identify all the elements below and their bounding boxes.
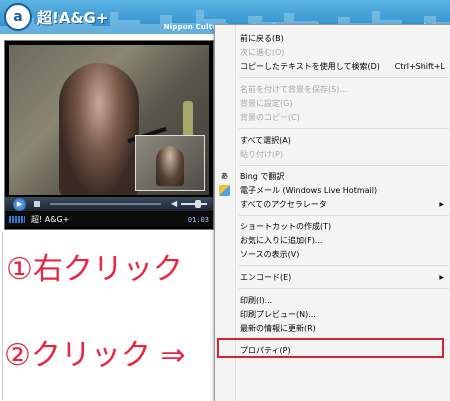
bing-translate-icon: あ [221, 172, 228, 180]
menu-item-view-source[interactable]: ソースの表示(V) [215, 247, 450, 261]
picture-in-picture [135, 135, 205, 191]
menu-item-email-hotmail[interactable]: 電子メール (Windows Live Hotmail) [215, 183, 450, 197]
menu-separator [239, 288, 449, 289]
menu-item-copy-background[interactable]: 背景のコピー(C) [215, 110, 450, 124]
submenu-arrow-icon: ▶ [439, 200, 444, 208]
menu-separator [239, 215, 449, 216]
menu-item-print[interactable]: 印刷(I)... [215, 293, 450, 307]
menu-item-search-copied-text[interactable]: コピーしたテキストを使用して検索(D) Ctrl+Shift+L [215, 59, 450, 73]
playback-time: 01:03 [187, 215, 209, 224]
menu-item-paste[interactable]: 貼り付け(P) [215, 147, 450, 161]
annotation-step2: ②クリック ⇒ [4, 338, 186, 373]
menu-separator [239, 265, 449, 266]
player-status-bar: 超! A&G+ 01:03 [5, 212, 213, 227]
page-divider [2, 232, 3, 400]
menu-shortcut: Ctrl+Shift+L [394, 61, 445, 71]
volume-slider[interactable] [181, 200, 207, 208]
menu-separator [239, 165, 449, 166]
submenu-arrow-icon: ▶ [439, 273, 444, 281]
video-person [59, 63, 139, 195]
site-title: 超!A&G+ [37, 8, 109, 27]
volume-knob[interactable] [195, 200, 201, 208]
annotation-step1: ①右クリック [6, 252, 183, 287]
properties-highlight-box [217, 338, 444, 358]
menu-item-add-favorites[interactable]: お気に入りに追加(F)... [215, 233, 450, 247]
menu-item-back[interactable]: 前に戻る(B) [215, 31, 450, 45]
site-logo[interactable]: a 超!A&G+ [4, 2, 108, 32]
menu-item-all-accelerators[interactable]: すべてのアクセラレータ ▶ [215, 197, 450, 211]
agqr-logo-icon: a [4, 3, 32, 31]
signal-icon [9, 216, 25, 223]
media-player[interactable]: ▶ ◀ 超! A&G+ 01:03 [4, 40, 214, 230]
play-button[interactable]: ▶ [13, 197, 26, 211]
menu-separator [239, 77, 449, 78]
menu-item-save-background[interactable]: 名前を付けて背景を保存(S)... [215, 82, 450, 96]
video-area[interactable] [9, 45, 209, 195]
seek-bar[interactable] [50, 203, 161, 205]
menu-item-create-shortcut[interactable]: ショートカットの作成(T) [215, 219, 450, 233]
menu-item-encoding[interactable]: エンコード(E) ▶ [215, 270, 450, 284]
stop-button[interactable] [34, 201, 40, 207]
volume-icon[interactable]: ◀ [171, 200, 179, 208]
player-controls: ▶ ◀ [5, 197, 213, 211]
mail-icon [219, 184, 230, 196]
menu-item-select-all[interactable]: すべて選択(A) [215, 133, 450, 147]
menu-item-bing-translate[interactable]: あ Bing で翻訳 [215, 169, 450, 183]
menu-item-set-background[interactable]: 背景に設定(G) [215, 96, 450, 110]
menu-item-refresh[interactable]: 最新の情報に更新(R) [215, 321, 450, 335]
station-label: 超! A&G+ [31, 215, 70, 224]
menu-item-forward[interactable]: 次に進む(O) [215, 45, 450, 59]
menu-separator [239, 128, 449, 129]
menu-item-print-preview[interactable]: 印刷プレビュー(N)... [215, 307, 450, 321]
